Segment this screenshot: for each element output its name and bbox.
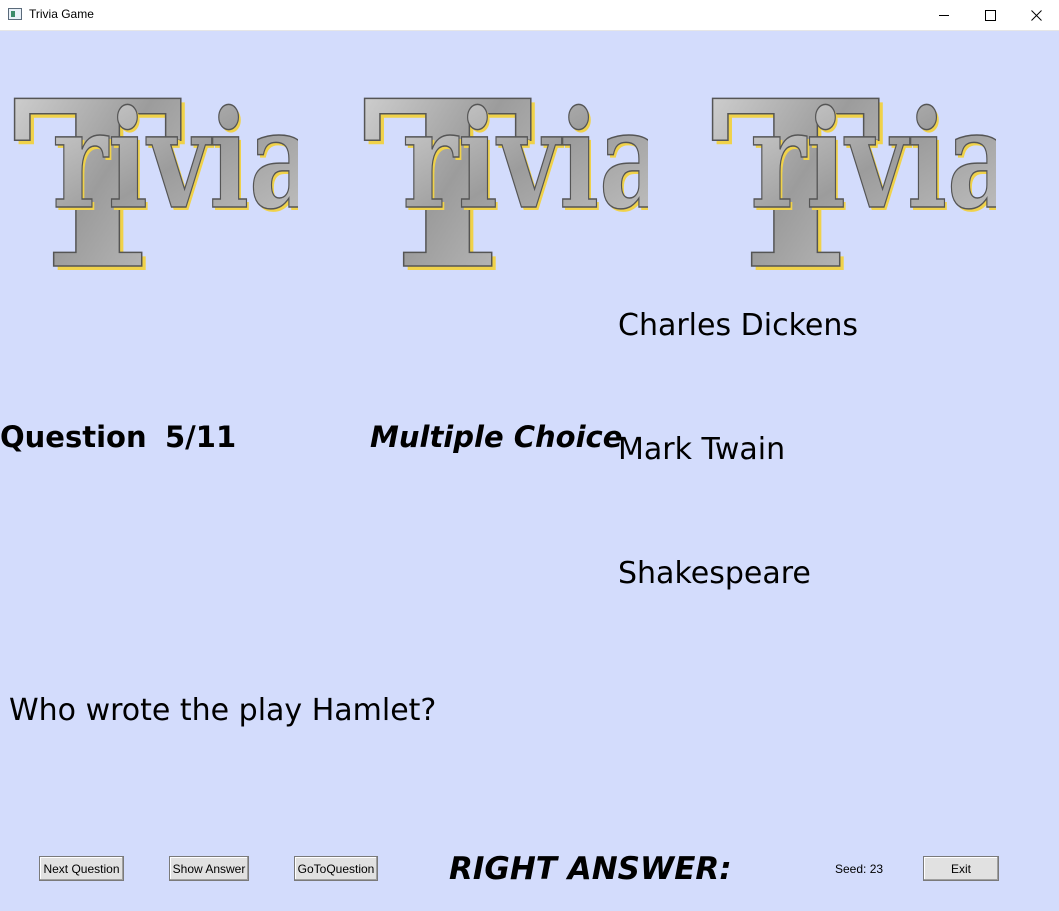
minimize-icon [939, 15, 949, 16]
answer-choice[interactable]: Charles Dickens [618, 308, 858, 343]
trivia-logo: T T rivia rivia [358, 52, 648, 277]
question-number: 5/11 [165, 420, 237, 454]
app-icon [8, 8, 22, 20]
close-button[interactable] [1013, 0, 1059, 30]
logo-letters-rivia: rivia [52, 80, 298, 239]
right-answer-label: RIGHT ANSWER: [449, 851, 732, 887]
show-answer-button[interactable]: Show Answer [169, 856, 249, 881]
trivia-logo: T T rivia rivia [8, 52, 298, 277]
window-title: Trivia Game [29, 7, 94, 21]
goto-question-button[interactable]: GoToQuestion [294, 856, 378, 881]
title-bar: Trivia Game [0, 0, 1059, 31]
answer-choice[interactable]: Mark Twain [618, 432, 785, 467]
maximize-icon [984, 9, 996, 21]
seed-label: Seed: 23 [835, 862, 884, 876]
close-icon [1030, 9, 1042, 21]
exit-button[interactable]: Exit [923, 856, 999, 881]
question-text: Who wrote the play Hamlet? [9, 693, 437, 728]
app-window: Trivia Game T T rivia rivia T T rivia ri… [0, 0, 1059, 911]
question-type: Multiple Choice [370, 420, 623, 454]
maximize-button[interactable] [967, 0, 1013, 30]
minimize-button[interactable] [921, 0, 967, 30]
answer-choice[interactable]: Shakespeare [618, 556, 811, 591]
trivia-logo: T T rivia rivia [706, 52, 996, 277]
svg-text:rivia: rivia [750, 80, 996, 239]
svg-text:rivia: rivia [402, 80, 648, 239]
next-question-button[interactable]: Next Question [39, 856, 124, 881]
question-label: Question [0, 420, 147, 454]
